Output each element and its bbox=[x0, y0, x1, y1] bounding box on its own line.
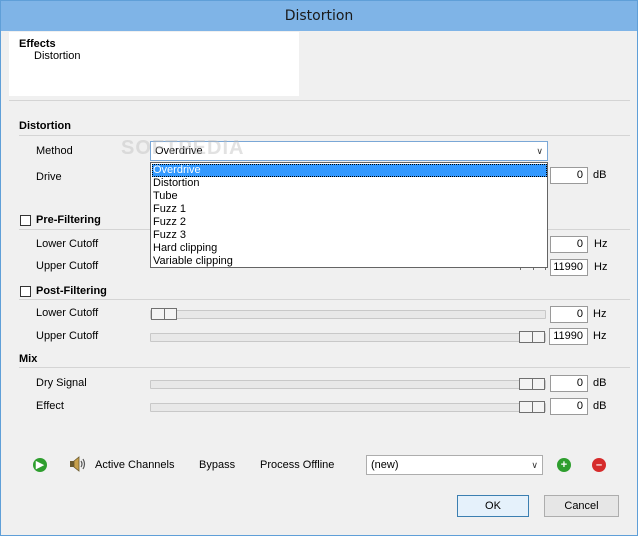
bypass-button[interactable]: Bypass bbox=[199, 459, 235, 471]
divider bbox=[19, 135, 630, 136]
post-upper-cutoff-label: Upper Cutoff bbox=[36, 330, 99, 342]
distortion-dialog: Distortion Effects Distortion Distortion… bbox=[0, 0, 638, 536]
slider-thumb[interactable] bbox=[519, 401, 545, 413]
section-title-post-filtering: Post-Filtering bbox=[36, 285, 107, 297]
pre-upper-cutoff-field[interactable]: 11990 bbox=[550, 259, 588, 276]
dry-signal-label: Dry Signal bbox=[36, 377, 87, 389]
slider-thumb[interactable] bbox=[519, 331, 545, 343]
method-option[interactable]: Distortion bbox=[152, 177, 547, 190]
post-filtering-checkbox[interactable] bbox=[20, 286, 31, 297]
method-option[interactable]: Variable clipping bbox=[152, 255, 547, 268]
watermark: SOFTPEDIA bbox=[121, 137, 245, 159]
pre-lower-cutoff-field[interactable]: 0 bbox=[550, 236, 588, 253]
method-option[interactable]: Overdrive bbox=[152, 164, 547, 177]
pre-upper-unit: Hz bbox=[594, 261, 608, 273]
ok-button[interactable]: OK bbox=[457, 495, 529, 517]
dry-signal-field[interactable]: 0 bbox=[550, 375, 588, 392]
divider bbox=[19, 367, 630, 368]
preset-select[interactable]: (new) ∨ bbox=[366, 455, 543, 475]
section-title-distortion: Distortion bbox=[19, 120, 71, 132]
dry-signal-slider[interactable] bbox=[150, 378, 546, 390]
remove-icon[interactable]: – bbox=[592, 458, 606, 472]
cancel-button[interactable]: Cancel bbox=[544, 495, 619, 517]
section-title-mix: Mix bbox=[19, 353, 38, 365]
active-channels-button[interactable]: Active Channels bbox=[95, 459, 175, 471]
pre-lower-unit: Hz bbox=[594, 238, 608, 250]
effect-field[interactable]: 0 bbox=[550, 398, 588, 415]
effects-list[interactable]: Effects Distortion bbox=[9, 32, 299, 96]
post-lower-cutoff-slider[interactable] bbox=[150, 308, 546, 320]
add-icon[interactable]: + bbox=[557, 458, 571, 472]
post-upper-cutoff-field[interactable]: 11990 bbox=[549, 328, 588, 345]
method-option[interactable]: Tube bbox=[152, 190, 547, 203]
slider-thumb[interactable] bbox=[519, 378, 545, 390]
drive-unit: dB bbox=[593, 169, 607, 181]
post-lower-cutoff-field[interactable]: 0 bbox=[550, 306, 588, 323]
post-upper-unit: Hz bbox=[593, 330, 607, 342]
method-dropdown-list[interactable]: Overdrive Distortion Tube Fuzz 1 Fuzz 2 … bbox=[150, 162, 548, 268]
divider bbox=[19, 299, 630, 300]
process-offline-button[interactable]: Process Offline bbox=[260, 459, 334, 471]
drive-value-field[interactable]: 0 bbox=[550, 167, 588, 184]
method-option[interactable]: Fuzz 2 bbox=[152, 216, 547, 229]
window-title: Distortion bbox=[1, 1, 637, 31]
preset-select-value: (new) bbox=[371, 459, 399, 471]
header-panel: Effects Distortion bbox=[9, 32, 630, 96]
post-lower-cutoff-label: Lower Cutoff bbox=[36, 307, 99, 319]
pre-lower-cutoff-label: Lower Cutoff bbox=[36, 238, 99, 250]
chevron-down-icon: ∨ bbox=[536, 146, 543, 156]
effect-label: Effect bbox=[36, 400, 64, 412]
section-title-pre-filtering: Pre-Filtering bbox=[36, 214, 101, 226]
chevron-down-icon: ∨ bbox=[531, 460, 538, 470]
divider bbox=[9, 100, 630, 101]
method-label: Method bbox=[36, 145, 73, 157]
slider-thumb[interactable] bbox=[151, 308, 177, 320]
speaker-icon[interactable] bbox=[69, 456, 87, 472]
play-icon[interactable]: ▶ bbox=[33, 458, 47, 472]
post-lower-unit: Hz bbox=[593, 308, 607, 320]
bottom-toolbar: ▶ Active Channels Bypass Process Offline… bbox=[1, 447, 637, 485]
drive-label: Drive bbox=[36, 171, 62, 183]
post-upper-cutoff-slider[interactable] bbox=[150, 331, 546, 343]
pre-upper-cutoff-label: Upper Cutoff bbox=[36, 260, 99, 272]
method-option[interactable]: Hard clipping bbox=[152, 242, 547, 255]
dry-signal-unit: dB bbox=[593, 377, 607, 389]
method-option[interactable]: Fuzz 1 bbox=[152, 203, 547, 216]
effect-slider[interactable] bbox=[150, 401, 546, 413]
method-option[interactable]: Fuzz 3 bbox=[152, 229, 547, 242]
effect-unit: dB bbox=[593, 400, 607, 412]
effects-item-distortion[interactable]: Distortion bbox=[34, 50, 80, 62]
effects-title: Effects bbox=[19, 38, 56, 50]
pre-filtering-checkbox[interactable] bbox=[20, 215, 31, 226]
